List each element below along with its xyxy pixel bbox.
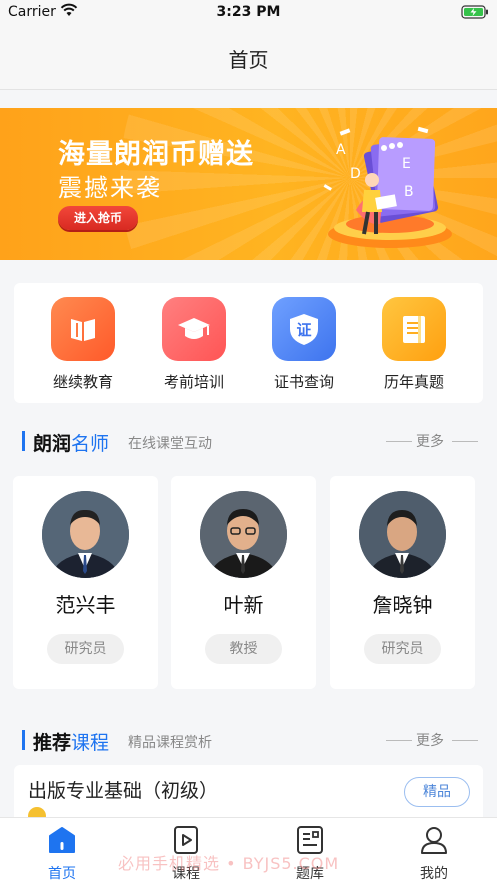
question-bank-icon (297, 826, 323, 854)
tab-label: 首页 (48, 866, 76, 882)
teacher-name: 叶新 (223, 593, 264, 617)
tab-label: 课程 (172, 866, 200, 882)
section-accent-bar (22, 730, 25, 750)
more-label: 更多 (416, 733, 444, 749)
enter-grab-coins-button[interactable]: 进入抢币 (58, 206, 138, 230)
navigation-bar: 首页 (0, 26, 497, 90)
teacher-card[interactable]: 叶新 教授 (171, 476, 316, 689)
section-title: 朗润名师 (33, 429, 109, 456)
document-icon (382, 297, 446, 361)
divider-line (452, 441, 478, 442)
section-accent-bar (22, 431, 25, 451)
certificate-shield-icon: 证 (272, 297, 336, 361)
tab-question-bank[interactable]: 题库 (270, 824, 350, 883)
section-subtitle: 在线课堂互动 (128, 436, 212, 452)
divider-line (386, 740, 412, 741)
quick-item-label: 历年真题 (383, 373, 444, 391)
promo-banner[interactable]: 海量朗润币赠送 震撼来袭 进入抢币 A D E B (0, 108, 497, 260)
graduation-cap-icon (162, 297, 226, 361)
letter-a: A (336, 142, 346, 158)
section-subtitle: 精品课程赏析 (128, 735, 212, 751)
letter-d: D (350, 166, 361, 182)
divider-line (386, 441, 412, 442)
teacher-card[interactable]: 詹晓钟 研究员 (330, 476, 475, 689)
quick-item-past-exams[interactable]: 历年真题 (369, 297, 459, 392)
tab-home[interactable]: 首页 (22, 824, 102, 883)
tab-label: 题库 (296, 866, 324, 882)
teachers-more-link[interactable]: 更多 (386, 431, 478, 451)
battery-icon (461, 5, 488, 19)
page-title: 首页 (228, 48, 269, 72)
quick-item-label: 考前培训 (163, 373, 224, 391)
play-video-icon (174, 826, 198, 854)
quick-item-continuing-education[interactable]: 继续教育 (38, 297, 128, 392)
course-title: 出版专业基础（初级） (28, 780, 219, 802)
book-reading-illustration: A D E B (323, 126, 452, 248)
certificate-glyph: 证 (296, 321, 311, 339)
banner-headline: 海量朗润币赠送 (58, 139, 254, 170)
courses-more-link[interactable]: 更多 (386, 730, 478, 750)
teacher-name: 詹晓钟 (372, 593, 433, 617)
book-icon (51, 297, 115, 361)
section-title-main: 推荐 (33, 732, 72, 754)
section-title-accent: 课程 (71, 732, 110, 754)
status-bar: Carrier 3:23 PM (0, 0, 497, 26)
teacher-avatar (359, 491, 446, 578)
letter-e: E (402, 156, 411, 172)
quick-item-label: 继续教育 (52, 373, 113, 391)
quick-item-exam-training[interactable]: 考前培训 (149, 297, 239, 392)
teacher-card[interactable]: 范兴丰 研究员 (13, 476, 158, 689)
letter-b: B (404, 184, 414, 200)
tab-profile[interactable]: 我的 (394, 824, 474, 883)
section-title-accent: 名师 (71, 433, 110, 455)
tab-courses[interactable]: 课程 (146, 824, 226, 883)
premium-badge: 精品 (404, 777, 470, 807)
teacher-avatar (42, 491, 129, 578)
home-icon (49, 827, 75, 853)
quick-item-certificate-query[interactable]: 证 证书查询 (259, 297, 349, 392)
teacher-avatar (200, 491, 287, 578)
profile-icon (421, 827, 447, 854)
section-title-main: 朗润 (33, 433, 72, 455)
quick-item-label: 证书查询 (273, 373, 334, 391)
teacher-name: 范兴丰 (55, 593, 116, 617)
quick-access-card: 继续教育 考前培训 证 证书查询 历年真题 (14, 283, 483, 403)
divider-line (452, 740, 478, 741)
teachers-section-header: 朗润名师 在线课堂互动 更多 (0, 429, 497, 456)
tab-label: 我的 (420, 866, 448, 882)
more-label: 更多 (416, 434, 444, 450)
teacher-title-badge: 研究员 (47, 634, 124, 664)
courses-section-header: 推荐课程 精品课程赏析 更多 (0, 728, 497, 755)
teacher-title-badge: 教授 (205, 634, 282, 664)
tab-bar: 首页 课程 题库 我的 (0, 817, 497, 883)
course-card[interactable]: 出版专业基础（初级） 精品 (14, 765, 483, 825)
banner-subline: 震撼来袭 (58, 174, 162, 202)
status-time: 3:23 PM (216, 4, 281, 20)
section-title: 推荐课程 (33, 728, 109, 755)
teacher-title-badge: 研究员 (364, 634, 441, 664)
